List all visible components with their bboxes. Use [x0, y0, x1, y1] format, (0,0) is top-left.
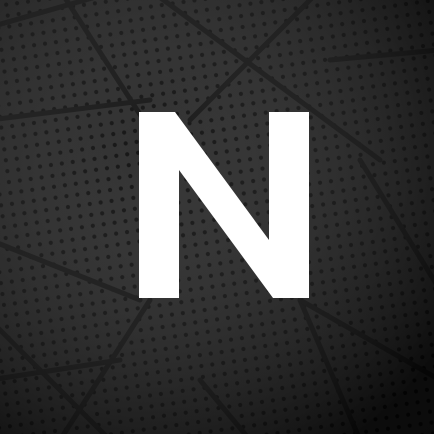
app-icon: [0, 0, 434, 434]
letter-n-logo-mark: [139, 112, 309, 298]
n-glyph: [139, 112, 309, 298]
